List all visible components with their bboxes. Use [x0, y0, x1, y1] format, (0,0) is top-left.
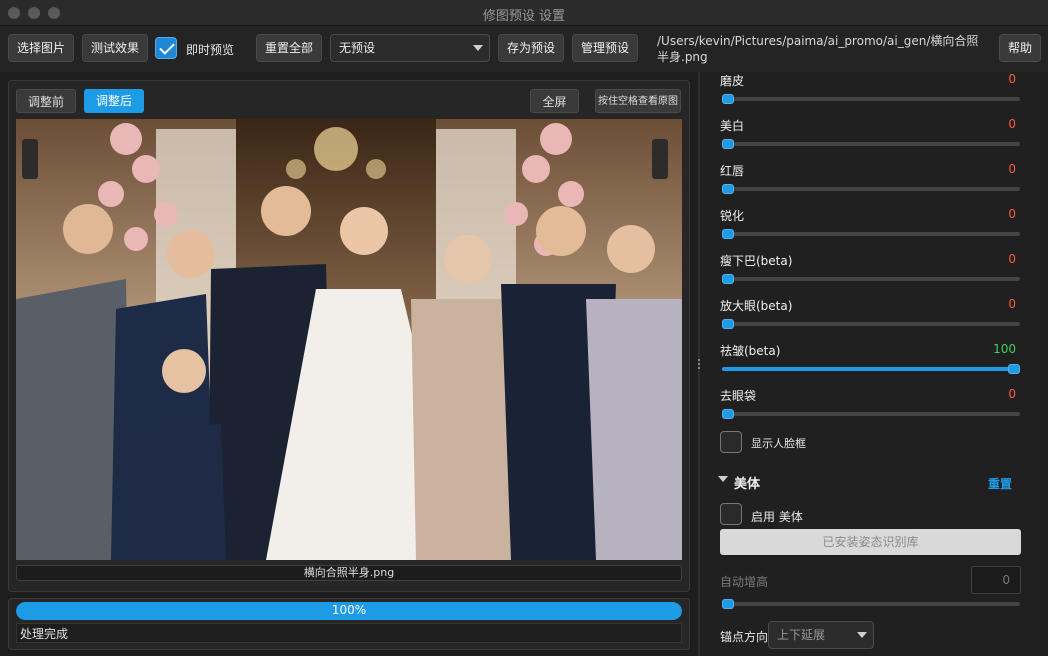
slider-fill: [722, 367, 1020, 371]
preview-image: [16, 119, 682, 560]
preset-select-value: 无预设: [339, 41, 376, 55]
slider-handle[interactable]: [1008, 364, 1020, 374]
status-text: 处理完成: [20, 627, 69, 641]
slider-track[interactable]: [722, 274, 1020, 284]
slider-handle[interactable]: [722, 184, 734, 194]
pose-library-button[interactable]: 已安装姿态识别库: [720, 529, 1021, 555]
reset-all-button[interactable]: 重置全部: [256, 34, 322, 62]
collapse-triangle-icon[interactable]: [718, 476, 728, 482]
live-preview-checkbox[interactable]: [155, 37, 177, 59]
slider-value: 0: [1008, 117, 1016, 131]
slider-value: 0: [1008, 387, 1016, 401]
slider-handle[interactable]: [722, 229, 734, 239]
slider-track[interactable]: [722, 94, 1020, 104]
auto-height-slider[interactable]: [722, 599, 1020, 609]
chevron-down-icon: [857, 632, 867, 638]
slider-track[interactable]: [722, 409, 1020, 419]
anchor-direction-label: 锚点方向: [720, 630, 769, 644]
status-box: [16, 623, 682, 643]
family-photo-illustration: [16, 119, 682, 560]
slider-value: 0: [1008, 252, 1016, 266]
slider-track[interactable]: [722, 139, 1020, 149]
chevron-down-icon: [473, 45, 483, 51]
show-face-box-label: 显示人脸框: [751, 437, 806, 450]
live-preview-label: 即时预览: [186, 43, 235, 57]
progress-percent: 100%: [331, 603, 367, 617]
slider-label: 去眼袋: [720, 389, 757, 403]
auto-height-input[interactable]: 0: [971, 566, 1021, 594]
fullscreen-button[interactable]: 全屏: [530, 89, 579, 113]
save-preset-button[interactable]: 存为预设: [498, 34, 564, 62]
slider-label: 美白: [720, 119, 745, 133]
slider-handle[interactable]: [722, 94, 734, 104]
file-path: /Users/kevin/Pictures/paima/ai_promo/ai_…: [657, 34, 979, 64]
slider-track[interactable]: [722, 229, 1020, 239]
slider-handle[interactable]: [722, 139, 734, 149]
slider-value: 0: [1008, 162, 1016, 176]
slider-label: 红唇: [720, 164, 745, 178]
enable-body-checkbox[interactable]: [720, 503, 742, 525]
auto-height-slider-handle[interactable]: [722, 599, 734, 609]
slider-label: 磨皮: [720, 74, 745, 88]
slider-handle[interactable]: [722, 409, 734, 419]
slider-handle[interactable]: [722, 274, 734, 284]
slider-label: 祛皱(beta): [720, 344, 781, 358]
body-reset-link[interactable]: 重置: [988, 475, 1012, 492]
slider-handle[interactable]: [722, 319, 734, 329]
slider-value: 100: [993, 342, 1016, 356]
slider-label: 锐化: [720, 209, 745, 223]
title-bar: 修图预设 设置: [0, 0, 1048, 26]
window-title: 修图预设 设置: [482, 9, 566, 24]
manage-preset-button[interactable]: 管理预设: [572, 34, 638, 62]
slider-track[interactable]: [722, 319, 1020, 329]
preset-select[interactable]: 无预设: [330, 34, 490, 62]
tab-before[interactable]: 调整前: [16, 89, 76, 113]
test-effect-button[interactable]: 测试效果: [82, 34, 148, 62]
slider-value: 0: [1008, 207, 1016, 221]
show-face-box-checkbox[interactable]: [720, 431, 742, 453]
enable-body-label: 启用 美体: [751, 510, 803, 524]
slider-label: 放大眼(beta): [720, 299, 793, 313]
body-section-title: 美体: [734, 477, 761, 492]
slider-track[interactable]: [722, 364, 1020, 374]
auto-height-label: 自动增高: [720, 575, 769, 589]
select-image-button[interactable]: 选择图片: [8, 34, 74, 62]
tab-after[interactable]: 调整后: [84, 89, 144, 113]
slider-track[interactable]: [722, 184, 1020, 194]
file-name-label: 横向合照半身.png: [16, 565, 682, 581]
slider-value: 0: [1008, 297, 1016, 311]
slider-value: 0: [1008, 72, 1016, 86]
help-button[interactable]: 帮助: [999, 34, 1041, 62]
slider-label: 瘦下巴(beta): [720, 254, 793, 268]
hold-space-button[interactable]: 按住空格查看原图: [595, 89, 681, 113]
anchor-direction-value: 上下延展: [777, 628, 826, 642]
